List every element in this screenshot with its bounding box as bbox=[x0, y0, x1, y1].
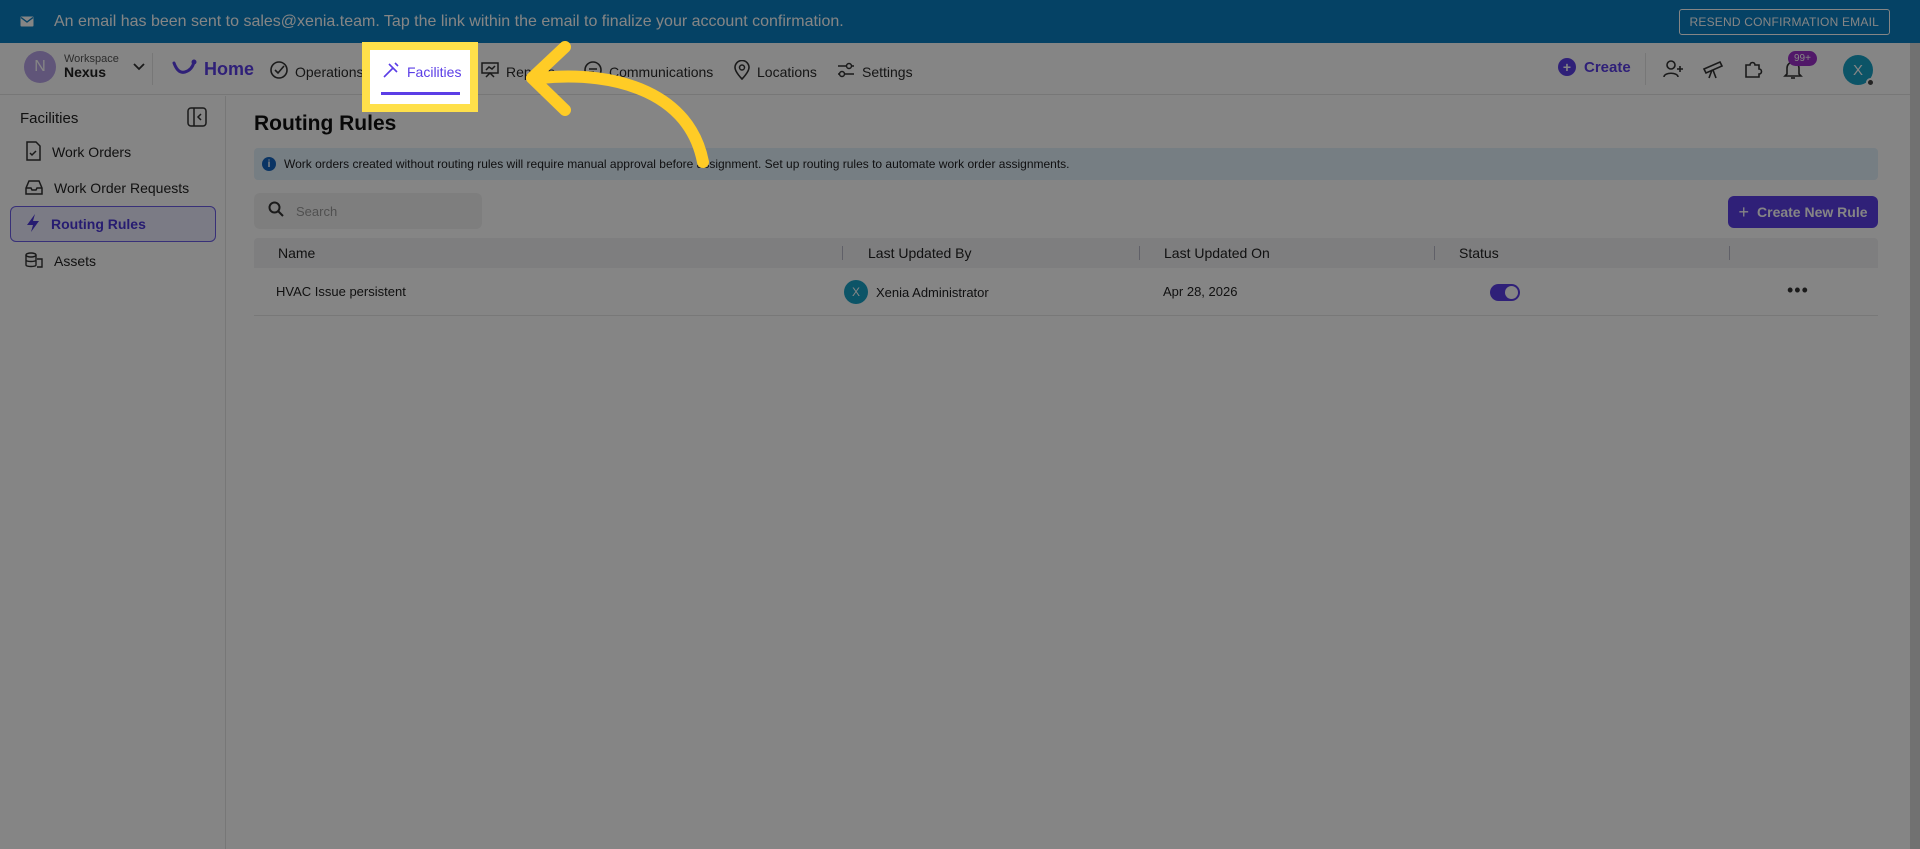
clipboard-check-icon bbox=[24, 140, 52, 164]
coin-stack-icon bbox=[24, 251, 54, 272]
table-header: Name Last Updated By Last Updated On Sta… bbox=[254, 238, 1878, 268]
nav-communications-label: Communications bbox=[609, 63, 714, 80]
nav-locations[interactable]: Locations bbox=[733, 59, 817, 83]
search-icon bbox=[268, 201, 284, 222]
sliders-icon bbox=[836, 60, 862, 83]
workspace-name: Nexus bbox=[64, 64, 107, 81]
create-new-rule-label: Create New Rule bbox=[1757, 204, 1868, 220]
user-initial: X bbox=[1852, 61, 1863, 79]
sidebar: Facilities Work Orders Work Order Reques… bbox=[0, 96, 226, 849]
nav-facilities-label: Facilities bbox=[407, 63, 462, 80]
nav-divider bbox=[152, 53, 153, 85]
top-navigation: N Workspace Nexus Home Operations Facili… bbox=[0, 43, 1920, 95]
status-dot bbox=[1866, 78, 1875, 87]
notification-badge: 99+ bbox=[1788, 51, 1817, 66]
telescope-icon[interactable] bbox=[1701, 57, 1725, 81]
column-header-last-updated-on[interactable]: Last Updated On bbox=[1164, 245, 1270, 261]
rule-name[interactable]: HVAC Issue persistent bbox=[276, 284, 406, 299]
create-label: Create bbox=[1584, 58, 1631, 76]
table-row[interactable]: HVAC Issue persistent X Xenia Administra… bbox=[254, 268, 1878, 316]
search-box[interactable] bbox=[254, 193, 482, 229]
lightning-bolt-icon bbox=[25, 213, 51, 236]
workspace-avatar: N bbox=[24, 51, 56, 83]
updated-by-name: Xenia Administrator bbox=[876, 284, 989, 300]
resend-confirmation-button[interactable]: RESEND CONFIRMATION EMAIL bbox=[1678, 9, 1890, 35]
sidebar-item-assets[interactable]: Assets bbox=[10, 243, 216, 279]
sidebar-item-routing-rules[interactable]: Routing Rules bbox=[10, 206, 216, 242]
sidebar-item-work-orders[interactable]: Work Orders bbox=[10, 134, 216, 170]
nav-reports-label: Reports bbox=[506, 63, 556, 80]
puzzle-icon[interactable] bbox=[1741, 57, 1765, 81]
page-title: Routing Rules bbox=[254, 112, 397, 135]
nav-divider bbox=[1645, 53, 1646, 85]
nav-operations-label: Operations bbox=[295, 63, 364, 80]
tools-icon bbox=[381, 60, 407, 83]
main-content: Routing Rules i Work orders created with… bbox=[227, 96, 1920, 849]
column-header-status[interactable]: Status bbox=[1459, 245, 1499, 261]
mail-icon bbox=[18, 13, 36, 31]
active-tab-underline bbox=[381, 92, 460, 95]
info-banner: i Work orders created without routing ru… bbox=[254, 148, 1878, 180]
page-scrollbar[interactable] bbox=[1910, 43, 1920, 849]
plus-circle-icon: + bbox=[1558, 58, 1576, 76]
search-input[interactable] bbox=[296, 203, 466, 219]
sidebar-item-label: Assets bbox=[54, 253, 97, 269]
presentation-chart-icon bbox=[480, 60, 506, 83]
check-circle-icon bbox=[269, 60, 295, 83]
more-options-icon[interactable]: ••• bbox=[1787, 280, 1809, 301]
info-text: Work orders created without routing rule… bbox=[284, 157, 1070, 171]
sidebar-item-label: Work Order Requests bbox=[54, 180, 190, 196]
nav-reports[interactable]: Reports bbox=[480, 60, 555, 83]
column-header-name[interactable]: Name bbox=[278, 245, 315, 261]
nav-locations-label: Locations bbox=[757, 63, 817, 80]
toggle-knob bbox=[1505, 286, 1518, 299]
workspace-switcher[interactable]: N Workspace Nexus bbox=[24, 51, 145, 83]
status-toggle[interactable] bbox=[1490, 284, 1520, 301]
column-divider bbox=[1729, 246, 1730, 260]
column-divider bbox=[842, 246, 843, 260]
nav-facilities[interactable]: Facilities bbox=[381, 60, 461, 83]
map-pin-icon bbox=[733, 59, 757, 83]
nav-communications[interactable]: Communications bbox=[583, 60, 713, 83]
add-user-icon[interactable] bbox=[1661, 57, 1685, 81]
sidebar-item-label: Routing Rules bbox=[51, 216, 146, 232]
create-new-rule-button[interactable]: + Create New Rule bbox=[1728, 196, 1878, 228]
updated-on-date: Apr 28, 2026 bbox=[1163, 284, 1238, 299]
chevron-down-icon bbox=[133, 58, 145, 76]
nav-operations[interactable]: Operations bbox=[269, 60, 363, 83]
sidebar-item-label: Work Orders bbox=[52, 144, 132, 160]
create-button[interactable]: + Create bbox=[1558, 58, 1631, 76]
info-icon: i bbox=[262, 157, 276, 171]
updated-by-user: X Xenia Administrator bbox=[844, 280, 989, 304]
plus-icon: + bbox=[1738, 201, 1750, 222]
nav-settings-label: Settings bbox=[862, 63, 913, 80]
confirmation-banner: An email has been sent to sales@xenia.te… bbox=[0, 0, 1920, 43]
column-divider bbox=[1434, 246, 1435, 260]
user-avatar[interactable]: X bbox=[1843, 55, 1875, 87]
sidebar-title: Facilities bbox=[20, 110, 79, 127]
column-header-last-updated-by[interactable]: Last Updated By bbox=[868, 245, 972, 261]
user-avatar: X bbox=[844, 280, 868, 304]
nav-home[interactable]: Home bbox=[172, 58, 254, 81]
home-logo-icon bbox=[172, 58, 204, 81]
chat-bubble-icon bbox=[583, 60, 609, 83]
collapse-sidebar-icon[interactable] bbox=[186, 106, 208, 133]
sidebar-item-work-order-requests[interactable]: Work Order Requests bbox=[10, 170, 216, 206]
nav-home-label: Home bbox=[204, 59, 255, 79]
column-divider bbox=[1139, 246, 1140, 260]
inbox-icon bbox=[24, 178, 54, 199]
nav-settings[interactable]: Settings bbox=[836, 60, 913, 83]
banner-message: An email has been sent to sales@xenia.te… bbox=[54, 12, 844, 30]
